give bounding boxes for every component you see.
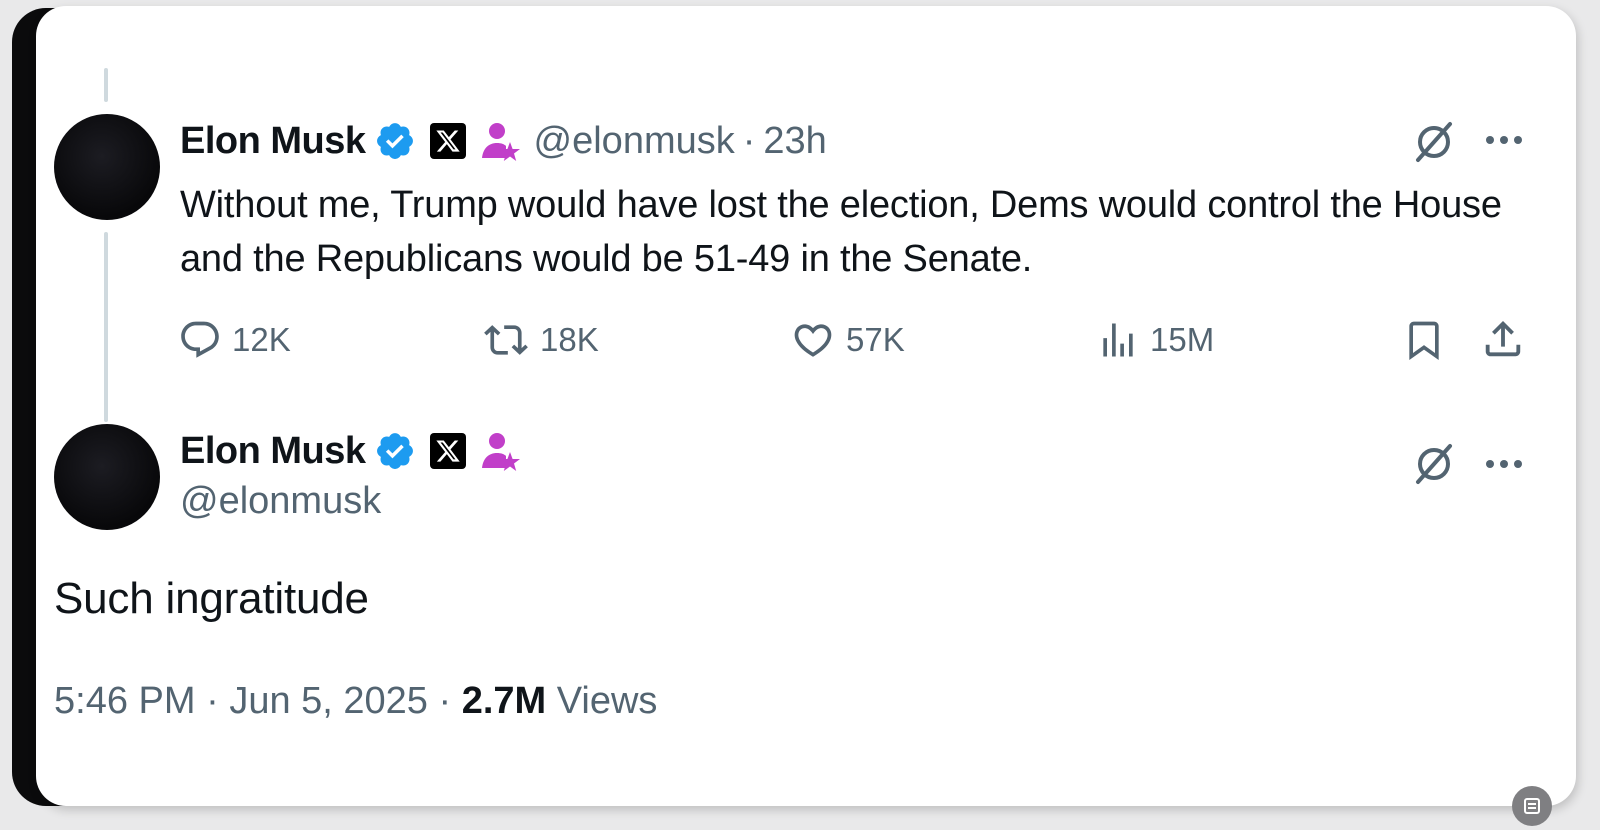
more-icon[interactable] <box>1484 452 1524 476</box>
affiliate-person-icon <box>480 120 520 162</box>
thread-line-top <box>104 68 108 102</box>
affiliate-person-icon <box>480 430 520 472</box>
author-name[interactable]: Elon Musk <box>180 430 366 473</box>
caption-icon[interactable] <box>1512 786 1552 826</box>
avatar[interactable] <box>54 114 160 220</box>
avatar[interactable] <box>54 424 160 530</box>
reply-handle-row: @elonmusk <box>180 480 381 523</box>
repost-icon <box>484 325 528 355</box>
thread-line <box>104 232 108 422</box>
x-logo-icon <box>429 433 466 469</box>
x-logo-icon <box>429 123 466 159</box>
views-icon <box>1103 323 1133 357</box>
like-count: 57K <box>846 321 905 358</box>
share-icon[interactable] <box>1480 316 1526 362</box>
reply-count: 12K <box>232 321 291 358</box>
reply-button[interactable]: 12K <box>178 318 291 362</box>
author-handle[interactable]: @elonmusk <box>180 480 381 523</box>
post-time[interactable]: 5:46 PM <box>54 680 196 722</box>
author-name[interactable]: Elon Musk <box>180 120 366 163</box>
repost-count: 18K <box>540 321 599 358</box>
repost-button[interactable]: 18K <box>482 318 599 362</box>
post-date[interactable]: Jun 5, 2025 <box>229 680 428 722</box>
more-icon[interactable] <box>1484 128 1524 152</box>
tweet-meta: 5:46 PM · Jun 5, 2025 · 2.7M Views <box>54 680 657 723</box>
reply-tweet-header: Elon Musk <box>180 428 520 474</box>
grok-icon[interactable] <box>1410 440 1458 488</box>
reply-text: Such ingratitude <box>54 574 369 623</box>
separator: · <box>742 119 756 162</box>
tweet-text: Without me, Trump would have lost the el… <box>180 184 1502 280</box>
verified-badge-icon <box>374 120 416 162</box>
views-label: Views <box>556 680 658 722</box>
verified-badge-icon <box>374 430 416 472</box>
views-button[interactable]: 15M <box>1096 318 1214 362</box>
parent-tweet-header: Elon Musk @elonmusk · 23h <box>180 118 827 164</box>
grok-icon[interactable] <box>1410 118 1458 166</box>
like-icon <box>794 324 832 357</box>
separator: · <box>438 680 452 722</box>
separator: · <box>206 680 219 722</box>
bookmark-icon[interactable] <box>1402 316 1446 364</box>
views-total: 2.7M <box>461 680 547 722</box>
author-handle[interactable]: @elonmusk <box>534 120 735 163</box>
timestamp[interactable]: 23h <box>763 120 826 163</box>
like-button[interactable]: 57K <box>790 318 905 362</box>
reply-icon <box>181 321 219 358</box>
views-count: 15M <box>1150 321 1215 358</box>
